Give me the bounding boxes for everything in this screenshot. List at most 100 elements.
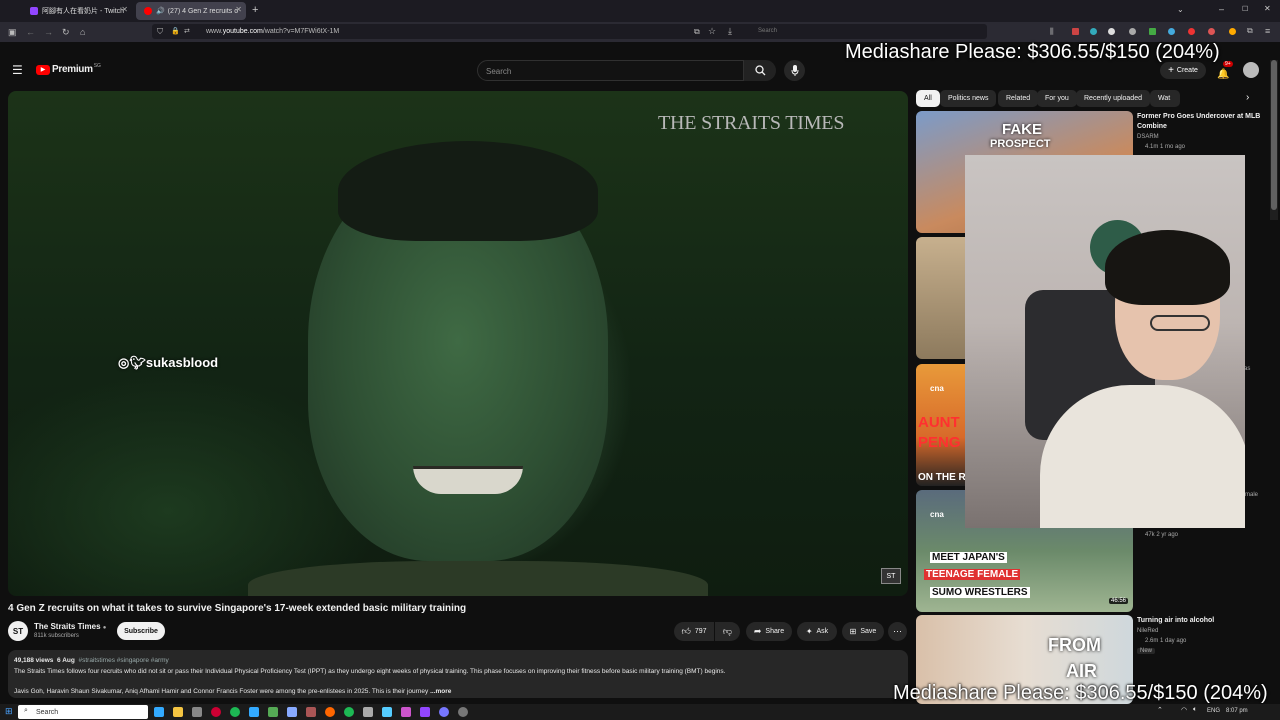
channel-watermark-logo[interactable]: ST <box>881 568 901 584</box>
close-window-button[interactable]: ✕ <box>1264 4 1271 13</box>
home-icon[interactable]: ⌂ <box>80 27 85 37</box>
taskbar-app-icon[interactable] <box>439 707 449 717</box>
chip-recently-uploaded[interactable]: Recently uploaded <box>1076 90 1150 107</box>
forward-icon[interactable]: → <box>44 27 53 37</box>
screenshot-icon[interactable]: ⧉ <box>694 27 700 37</box>
taskbar-app-icon[interactable] <box>363 707 373 717</box>
new-tab-button[interactable]: + <box>252 4 258 16</box>
taskbar-app-icon[interactable] <box>420 707 430 717</box>
recommendation-channel[interactable]: NileRed <box>1137 628 1158 634</box>
chip-for-you[interactable]: For you <box>1037 90 1077 107</box>
video-frame-smile <box>413 466 523 494</box>
recommendation-title[interactable]: Turning air into alcohol <box>1137 617 1214 624</box>
permissions-icon[interactable]: ⇄ <box>184 27 190 35</box>
download-icon[interactable]: ⤓ <box>728 26 732 37</box>
maximize-button[interactable]: ☐ <box>1242 5 1248 13</box>
hashtags[interactable]: #straitstimes #singapore #army <box>78 657 168 664</box>
channel-avatar[interactable]: ST <box>8 621 28 641</box>
scrollbar[interactable] <box>1270 60 1278 220</box>
voice-search-button[interactable] <box>784 60 805 81</box>
windows-start-icon[interactable]: ⊞ <box>5 706 13 717</box>
app-menu-icon[interactable]: ≡ <box>1265 26 1270 36</box>
channel-name[interactable]: The Straits Times ● <box>34 622 106 631</box>
chip-related[interactable]: Related <box>998 90 1039 107</box>
cna-logo: cna <box>930 510 944 519</box>
create-button[interactable]: + Create <box>1160 62 1206 79</box>
search-icon <box>754 65 765 76</box>
taskbar-search-input[interactable]: Search <box>18 705 148 719</box>
recommendation-channel[interactable]: DSARM <box>1137 134 1159 140</box>
library-icon[interactable]: ⫼ <box>1050 27 1054 37</box>
audio-icon[interactable]: 🔊 <box>156 7 165 15</box>
taskbar-app-icon[interactable] <box>230 707 240 717</box>
taskbar-app-icon[interactable] <box>325 707 335 717</box>
menu-icon[interactable]: ☰ <box>12 63 23 77</box>
extension-icon[interactable] <box>1108 28 1115 35</box>
extension-icon[interactable] <box>1090 28 1097 35</box>
show-more-link[interactable]: ...more <box>430 688 451 695</box>
save-button[interactable]: ⊞ Save <box>842 622 884 641</box>
language-indicator[interactable]: ENG <box>1207 708 1220 714</box>
search-button[interactable] <box>744 60 776 81</box>
scrollbar-thumb[interactable] <box>1271 60 1277 210</box>
subscribe-button[interactable]: Subscribe <box>117 622 165 640</box>
more-actions-button[interactable]: ⋯ <box>888 622 907 641</box>
search-input[interactable]: Search <box>477 60 744 81</box>
social-handle: ◎🐦︎sukasblood <box>118 355 218 371</box>
shield-icon[interactable]: ⛉ <box>157 27 163 37</box>
close-tab-icon[interactable]: ✕ <box>235 5 242 14</box>
avatar[interactable] <box>1243 62 1259 78</box>
tab-list-icon[interactable]: ⌄ <box>1177 5 1184 14</box>
chip-all[interactable]: All <box>916 90 940 107</box>
taskbar-app-icon[interactable] <box>154 707 164 717</box>
bookmark-icon[interactable]: ☆ <box>708 26 716 37</box>
tab-youtube[interactable]: 🔊 (27) 4 Gen Z recruits on wh ✕ <box>136 2 246 20</box>
url-bar[interactable]: www. youtube.com/watch?v=M7FWi6tX-1M <box>152 24 987 39</box>
description-box[interactable]: 49,188 views 6 Aug #straitstimes #singap… <box>8 650 908 698</box>
recommendation-title[interactable]: Combine <box>1137 123 1167 130</box>
upload-date: 6 Aug <box>57 657 75 664</box>
extensions-menu-icon[interactable]: ⧉ <box>1247 26 1253 36</box>
video-player[interactable] <box>8 91 908 596</box>
chip-watched[interactable]: Wat <box>1150 90 1180 107</box>
dislike-button[interactable]: 👎︎ <box>715 622 740 641</box>
extension-icon[interactable] <box>1129 28 1136 35</box>
extension-icon[interactable] <box>1149 28 1156 35</box>
taskbar-app-icon[interactable] <box>306 707 316 717</box>
tab-twitch[interactable]: 阿腳有人在看奶片 - Twitch ✕ <box>22 2 132 20</box>
extension-icon[interactable] <box>1072 28 1079 35</box>
like-button[interactable]: 👍︎ 797 <box>674 622 714 641</box>
extension-icon[interactable] <box>1208 28 1215 35</box>
extension-icon[interactable] <box>1229 28 1236 35</box>
reload-icon[interactable]: ↻ <box>62 27 70 38</box>
taskbar-app-icon[interactable] <box>268 707 278 717</box>
youtube-logo[interactable]: ▶ Premium SG <box>36 63 101 75</box>
lock-icon[interactable]: 🔒 <box>171 27 180 35</box>
taskbar-app-icon[interactable] <box>401 707 411 717</box>
back-icon[interactable]: ← <box>26 27 35 37</box>
taskbar-app-icon[interactable] <box>344 707 354 717</box>
extension-icon[interactable] <box>1168 28 1175 35</box>
chip-politics-news[interactable]: Politics news <box>940 90 997 107</box>
clock[interactable]: 8:07 pm <box>1226 708 1248 714</box>
sidebar-toggle-icon[interactable]: ▣ <box>8 27 17 38</box>
share-button[interactable]: ➦ Share <box>746 622 792 641</box>
ask-button[interactable]: ✦ Ask <box>797 622 837 641</box>
minimize-button[interactable]: – <box>1219 4 1224 14</box>
taskbar-app-icon[interactable] <box>192 707 202 717</box>
taskbar-app-icon[interactable] <box>211 707 221 717</box>
taskbar-app-icon[interactable] <box>458 707 468 717</box>
taskbar-app-icon[interactable] <box>249 707 259 717</box>
browser-search-field[interactable]: Search <box>758 28 777 34</box>
extension-icon[interactable] <box>1188 28 1195 35</box>
taskbar-app-icon[interactable] <box>382 707 392 717</box>
chevron-right-icon[interactable]: › <box>1246 92 1249 103</box>
wifi-icon[interactable]: ◠ <box>1181 706 1187 714</box>
notifications-button[interactable]: 🔔 9+ <box>1217 61 1233 82</box>
volume-icon[interactable]: 🔈︎ <box>1193 706 1197 714</box>
close-tab-icon[interactable]: ✕ <box>121 5 128 14</box>
tray-chevron-icon[interactable]: ⌃ <box>1157 706 1163 714</box>
recommendation-title[interactable]: Former Pro Goes Undercover at MLB <box>1137 113 1260 120</box>
taskbar-app-icon[interactable] <box>173 707 183 717</box>
taskbar-app-icon[interactable] <box>287 707 297 717</box>
